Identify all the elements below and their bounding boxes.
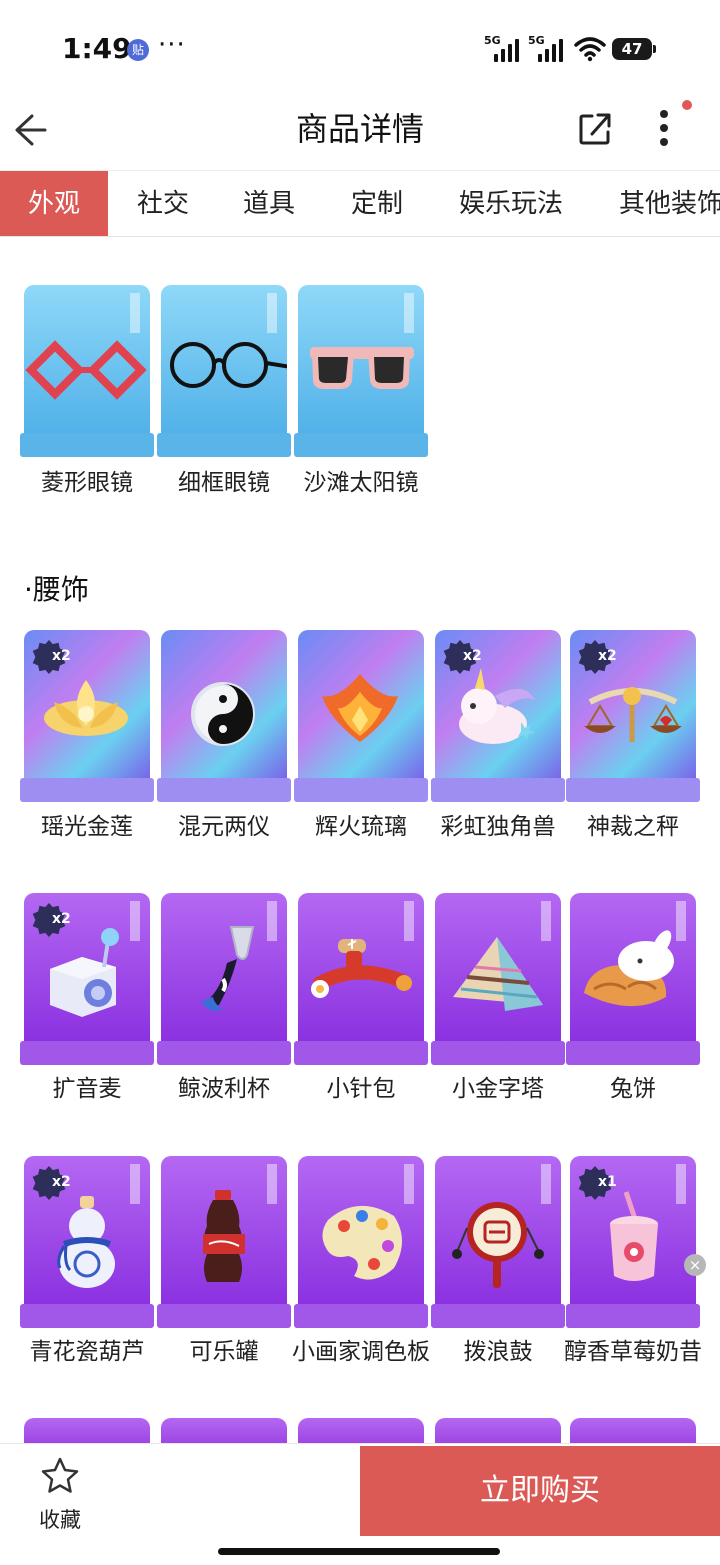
item-card[interactable]: [20, 285, 154, 457]
quantity-badge: x2: [443, 640, 487, 678]
item-label: 可乐罐: [189, 1339, 259, 1365]
item-label: 青花瓷葫芦: [29, 1339, 145, 1365]
item-label: 沙滩太阳镜: [303, 470, 419, 496]
more-notifications-icon: ···: [158, 30, 186, 60]
item-card[interactable]: [157, 630, 291, 802]
tab-other-decor[interactable]: 其他装饰: [619, 171, 720, 236]
item-card[interactable]: [431, 893, 565, 1065]
page-title: 商品详情: [295, 110, 424, 148]
item-label: 彩虹独角兽: [440, 814, 556, 840]
item-card[interactable]: x2: [20, 630, 154, 802]
item-label: 拨浪鼓: [463, 1339, 533, 1365]
quantity-badge: x2: [32, 1166, 76, 1204]
item-card[interactable]: [294, 285, 428, 457]
wifi-icon: [574, 37, 606, 62]
tab-social[interactable]: 社交: [137, 171, 189, 236]
tab-custom[interactable]: 定制: [351, 171, 403, 236]
item-label: 混元两仪: [178, 814, 270, 840]
favorite-button[interactable]: 收藏: [30, 1456, 90, 1536]
bottom-action-bar: 收藏 立即购买: [0, 1443, 720, 1565]
item-label: 辉火琉璃: [315, 814, 407, 840]
tab-entertainment[interactable]: 娱乐玩法: [459, 171, 563, 236]
home-indicator[interactable]: [218, 1548, 500, 1555]
item-label: 细框眼镜: [178, 470, 270, 496]
yin-yang-icon: [191, 682, 255, 746]
quantity-badge: x1: [578, 1166, 622, 1204]
item-label: 小画家调色板: [292, 1339, 430, 1365]
item-card[interactable]: [566, 893, 700, 1065]
item-label: 扩音麦: [52, 1076, 122, 1102]
nav-header: 商品详情: [0, 100, 720, 170]
flame-crystal-icon: [322, 674, 398, 742]
cellular-signal-icon: 5G: [484, 34, 524, 62]
share-icon[interactable]: [578, 110, 612, 146]
quantity-badge: x2: [32, 903, 76, 941]
item-label: 菱形眼镜: [41, 470, 133, 496]
quantity-badge: x2: [578, 640, 622, 678]
section-title-waist: ·腰饰: [24, 573, 89, 606]
item-label: 神裁之秤: [587, 814, 679, 840]
item-card[interactable]: [294, 893, 428, 1065]
item-card[interactable]: x2: [431, 630, 565, 802]
notification-dot: [682, 100, 692, 110]
status-bar: 1:49 贴 ··· 5G 5G 47: [0, 0, 720, 100]
item-card[interactable]: [294, 630, 428, 802]
tab-props[interactable]: 道具: [243, 171, 295, 236]
item-card[interactable]: x2: [20, 1156, 154, 1328]
quantity-badge: x2: [32, 640, 76, 678]
tab-appearance[interactable]: 外观: [0, 171, 108, 236]
item-card[interactable]: x2: [566, 630, 700, 802]
app-notification-icon: 贴: [127, 39, 149, 61]
item-card[interactable]: [431, 1156, 565, 1328]
star-icon: [41, 1457, 79, 1493]
item-card[interactable]: [157, 893, 291, 1065]
favorite-label: 收藏: [39, 1508, 81, 1532]
close-icon[interactable]: ×: [684, 1254, 706, 1276]
item-label: 小金字塔: [452, 1076, 544, 1102]
cellular-signal-icon: 5G: [528, 34, 568, 62]
item-card[interactable]: x2: [20, 893, 154, 1065]
item-card[interactable]: [157, 285, 291, 457]
buy-now-button[interactable]: 立即购买: [360, 1446, 720, 1536]
battery-icon: 47: [612, 38, 656, 60]
item-card[interactable]: [294, 1156, 428, 1328]
more-vertical-icon[interactable]: [654, 108, 674, 148]
item-card[interactable]: [157, 1156, 291, 1328]
status-time: 1:49: [62, 32, 132, 65]
item-label: 鲸波利杯: [178, 1076, 270, 1102]
item-label: 醇香草莓奶昔: [564, 1339, 702, 1365]
item-card[interactable]: x1: [566, 1156, 700, 1328]
category-tabs: 外观 社交 道具 定制 娱乐玩法 其他装饰: [0, 170, 720, 237]
item-label: 瑶光金莲: [41, 814, 133, 840]
item-label: 兔饼: [610, 1076, 656, 1102]
item-label: 小针包: [326, 1076, 396, 1102]
